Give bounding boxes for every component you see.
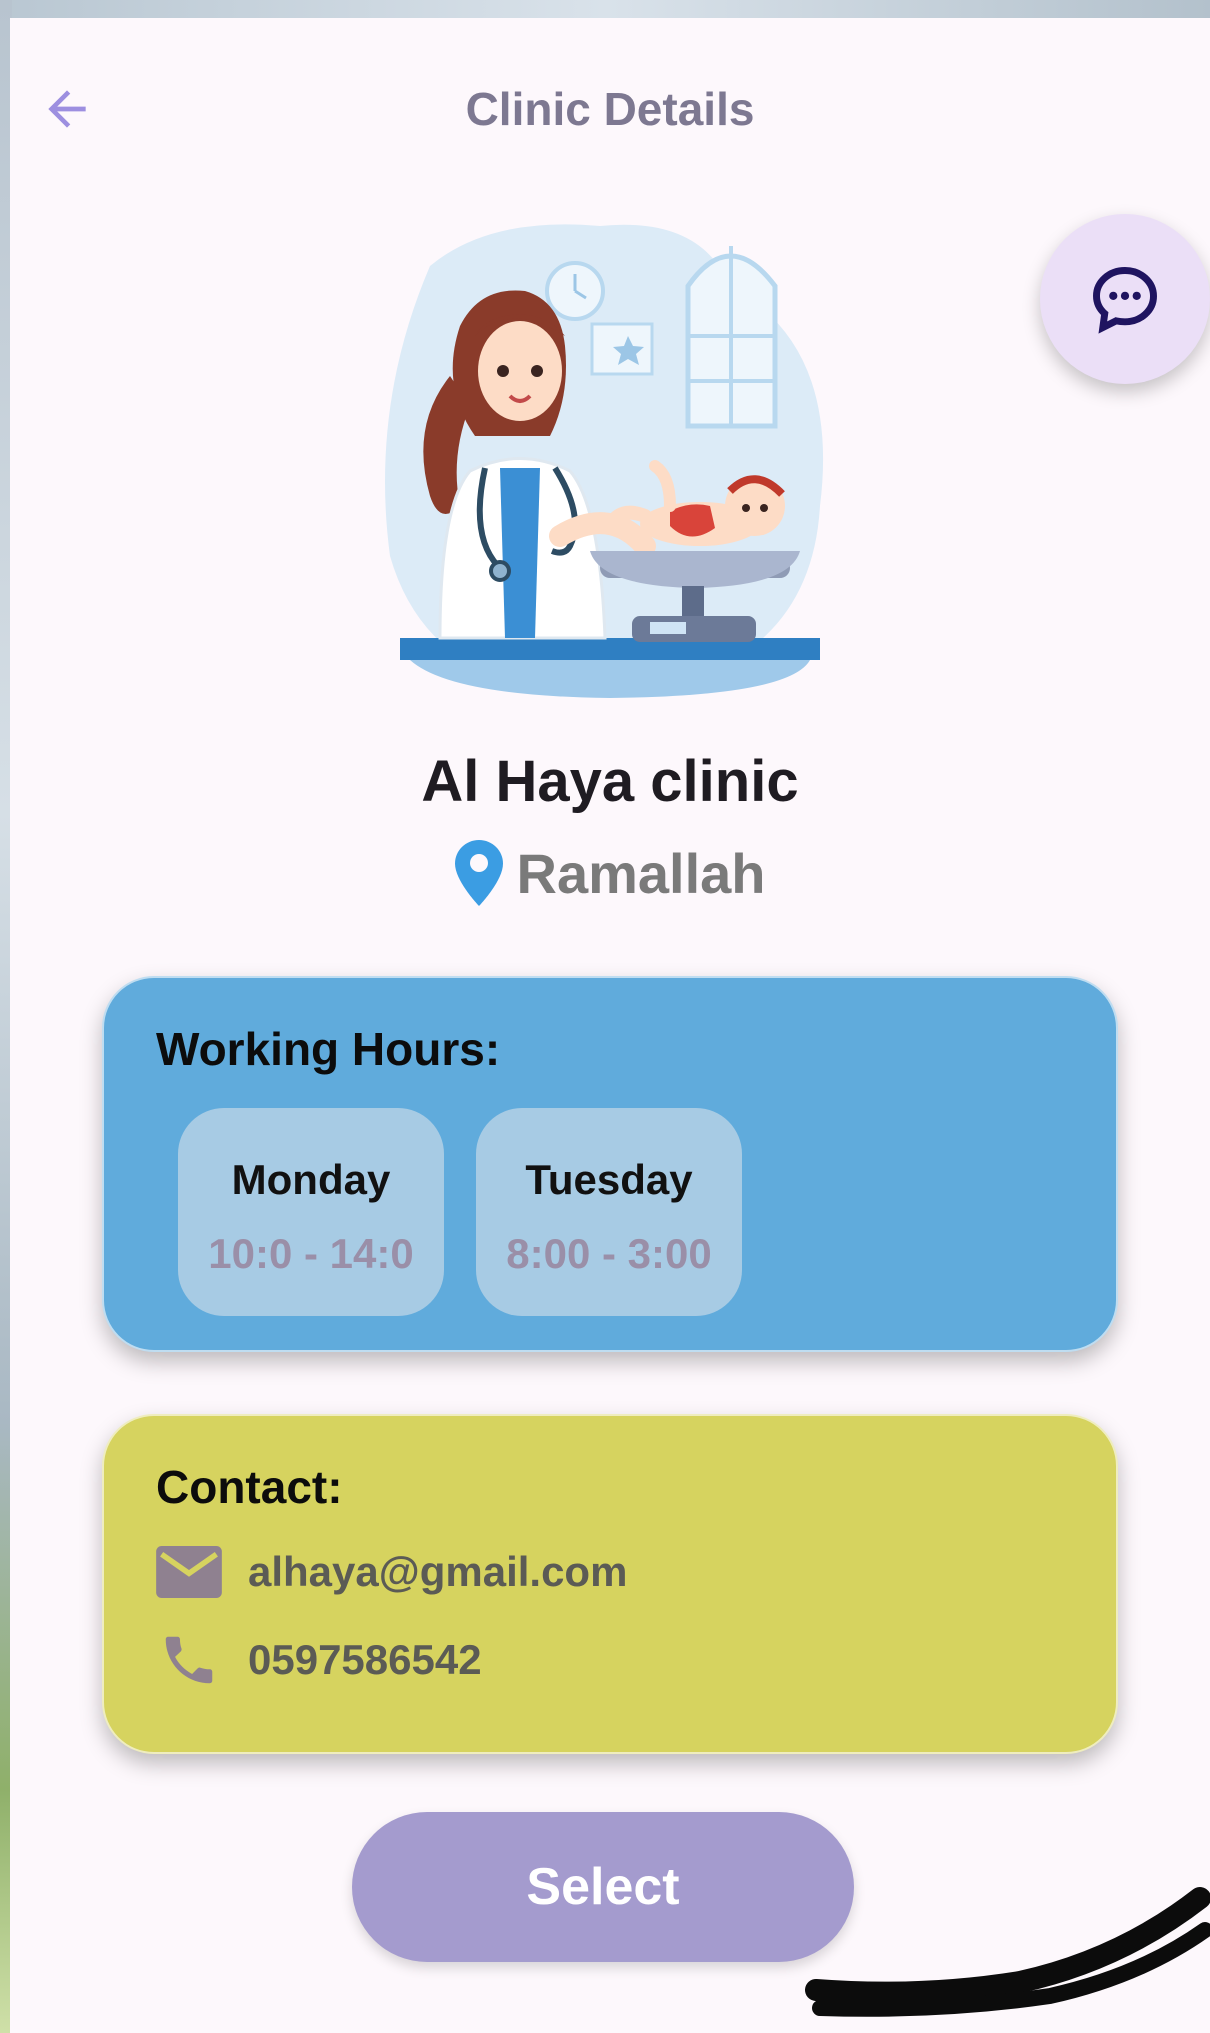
contact-phone: 0597586542 <box>248 1636 482 1683</box>
clinic-name: Al Haya clinic <box>421 749 799 814</box>
day-name: Monday <box>231 1156 391 1203</box>
app-bar: Clinic Details <box>10 18 1210 168</box>
select-button-label: Select <box>526 1858 680 1916</box>
clinic-location: Ramallah <box>10 840 1210 906</box>
day-time: 8:00 - 3:00 <box>506 1230 712 1277</box>
page-title: Clinic Details <box>465 83 755 135</box>
contact-email: alhaya@gmail.com <box>248 1548 628 1595</box>
phone-icon <box>165 1636 213 1684</box>
ink-scribble-overlay <box>805 1887 1210 2017</box>
contact-email-row[interactable]: alhaya@gmail.com <box>156 1540 627 1604</box>
background-edge-top <box>0 0 1210 20</box>
working-hours-title: Working Hours: <box>156 1023 501 1075</box>
day-chip-monday[interactable]: Monday 10:0 - 14:0 <box>178 1108 444 1316</box>
contact-card: Contact: alhaya@gmail.com 0597586542 <box>102 1414 1118 1754</box>
day-chip-tuesday[interactable]: Tuesday 8:00 - 3:00 <box>476 1108 742 1316</box>
chat-bubble-icon <box>1093 267 1157 334</box>
location-label: Ramallah <box>516 841 766 905</box>
day-name: Tuesday <box>525 1156 693 1203</box>
select-button[interactable]: Select <box>352 1812 854 1962</box>
day-time: 10:0 - 14:0 <box>208 1230 414 1277</box>
contact-phone-row[interactable]: 0597586542 <box>156 1628 482 1692</box>
contact-title: Contact: <box>156 1461 343 1513</box>
chat-button[interactable] <box>1040 214 1210 384</box>
email-icon <box>156 1546 222 1598</box>
clinic-details-screen: Clinic Details Al Haya clinic Ramallah W… <box>10 18 1210 2033</box>
location-pin-icon <box>454 840 503 906</box>
clinic-illustration <box>385 224 824 698</box>
working-hours-card: Working Hours: Monday 10:0 - 14:0 Tuesda… <box>102 976 1118 1352</box>
